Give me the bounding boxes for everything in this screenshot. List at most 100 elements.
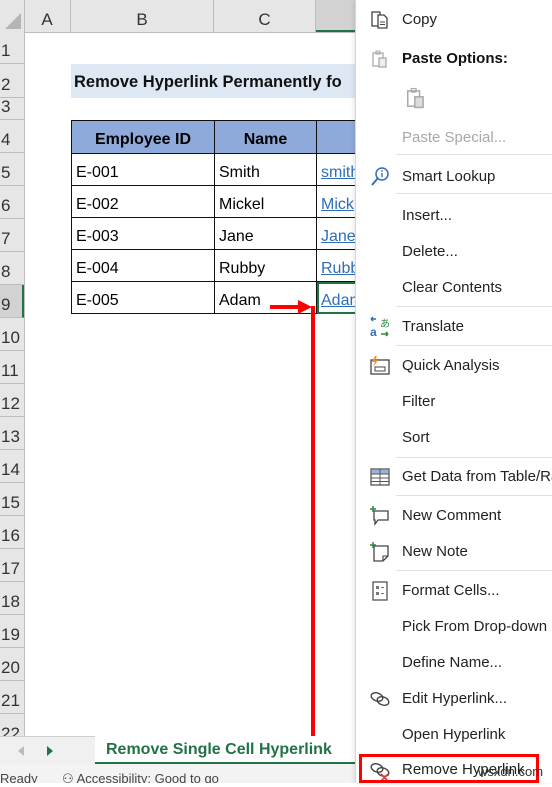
menu-item-insert[interactable]: Insert... [356,199,552,233]
annotation-arrowhead-icon [298,300,312,314]
cell-employee-id[interactable]: E-001 [71,153,215,186]
menu-item-filter[interactable]: Filter [356,385,552,419]
cell-name[interactable]: Mickel [214,185,317,218]
row-header-1[interactable]: 1 [0,32,24,64]
menu-item-delete[interactable]: Delete... [356,235,552,269]
cell-employee-id[interactable]: E-003 [71,217,215,250]
menu-item-label: Sort [402,429,430,446]
menu-item-define-name[interactable]: Define Name... [356,646,552,680]
watermark: wsxdn.com [478,764,544,779]
table-row: E-005 Adam Adam [71,281,362,314]
paste-option-icon [406,87,424,109]
sheet-tab-bar: Remove Single Cell Hyperlink [0,736,360,765]
row-header-16[interactable]: 16 [0,516,24,549]
menu-item-paste-options: Paste Options: [356,42,552,76]
row-header-3[interactable]: 3 [0,97,24,120]
row-header-9[interactable]: 9 [0,285,24,318]
scroll-tabs-right-icon[interactable] [47,746,53,756]
table-row: E-003 Jane Jane [71,217,362,250]
column-header-a[interactable]: A [24,0,71,32]
column-header-c[interactable]: C [214,0,316,32]
row-header-18[interactable]: 18 [0,582,24,615]
row-header-13[interactable]: 13 [0,417,24,450]
row-header-11[interactable]: 11 [0,351,24,384]
row-header-2[interactable]: 2 [0,64,24,98]
cell-employee-id[interactable]: E-005 [71,281,215,314]
new-note-icon [370,542,389,562]
accessibility-label: Accessibility: Good to go [76,771,219,783]
menu-item-new-comment[interactable]: New Comment [356,499,552,533]
menu-item-label: Pick From Drop-down List... [402,618,552,635]
menu-item-label: Copy [402,11,438,28]
menu-item-open-hyperlink[interactable]: Open Hyperlink [356,718,552,752]
cell-name[interactable]: Rubby [214,249,317,282]
row-header-12[interactable]: 12 [0,384,24,417]
column-header-b[interactable]: B [71,0,214,32]
menu-separator [396,345,552,346]
menu-item-get-data[interactable]: Get Data from Table/Range... [356,460,552,494]
table-header-row: Employee ID Name [71,120,362,154]
table-row: E-004 Rubby Rubb [71,249,362,282]
table-row: E-001 Smith smith [71,153,362,186]
menu-item-new-note[interactable]: New Note [356,535,552,569]
paste-icon [372,50,387,68]
row-header-10[interactable]: 10 [0,318,24,351]
row-header-21[interactable]: 21 [0,681,24,714]
menu-item-label: Paste Options: [402,50,508,67]
row-header-19[interactable]: 19 [0,615,24,648]
select-all-button[interactable] [0,0,25,32]
row-header-14[interactable]: 14 [0,450,24,483]
translate-icon: aあ [370,316,390,338]
menu-item-label: Translate [402,318,464,335]
annotation-connector-vertical [311,306,315,769]
row-header-15[interactable]: 15 [0,483,24,516]
cell-hyperlink[interactable]: Mick [321,196,354,213]
cell-employee-id[interactable]: E-004 [71,249,215,282]
select-all-triangle-icon [5,13,21,29]
menu-separator [396,154,552,155]
menu-item-translate[interactable]: aあ Translate [356,310,552,344]
paste-option-button[interactable] [356,82,552,116]
menu-item-copy[interactable]: Copy [356,3,552,37]
menu-item-pick-from-drop-down[interactable]: Pick From Drop-down List... [356,610,552,644]
menu-item-label: Smart Lookup [402,168,496,185]
menu-separator [396,193,552,194]
menu-item-sort[interactable]: Sort [356,421,552,455]
menu-item-label: Paste Special... [402,129,507,146]
cell-hyperlink[interactable]: smith [321,164,359,181]
menu-item-label: Clear Contents [402,279,503,296]
menu-item-format-cells[interactable]: Format Cells... [356,574,552,608]
cell-hyperlink[interactable]: Jane [321,228,356,245]
column-header-d[interactable] [316,0,360,32]
header-employee-id[interactable]: Employee ID [71,120,215,154]
row-header-8[interactable]: 8 [0,252,24,285]
header-name[interactable]: Name [214,120,317,154]
scroll-tabs-left-icon[interactable] [18,746,24,756]
sheet-title-cell[interactable]: Remove Hyperlink Permanently fo [71,64,360,98]
row-header-7[interactable]: 7 [0,219,24,252]
cell-employee-id[interactable]: E-002 [71,185,215,218]
menu-item-label: Filter [402,393,436,410]
menu-item-label: Insert... [402,207,453,224]
menu-item-edit-hyperlink[interactable]: Edit Hyperlink... [356,682,552,716]
row-header-5[interactable]: 5 [0,153,24,186]
menu-item-smart-lookup[interactable]: Smart Lookup [356,160,552,194]
sheet-tab-active[interactable]: Remove Single Cell Hyperlink [95,736,360,764]
row-header-20[interactable]: 20 [0,648,24,681]
cell-name[interactable]: Jane [214,217,317,250]
menu-item-label: Delete... [402,243,458,260]
menu-separator [396,306,552,307]
cell-name[interactable]: Smith [214,153,317,186]
accessibility-icon: ⚇ [62,771,77,783]
svg-text:a: a [370,325,377,338]
menu-item-paste-special[interactable]: Paste Special... [356,121,552,155]
link-icon [370,692,390,706]
row-header-17[interactable]: 17 [0,549,24,582]
accessibility-status[interactable]: ⚇ Accessibility: Good to go [62,764,219,783]
svg-text:あ: あ [380,318,390,330]
row-header-4[interactable]: 4 [0,120,24,153]
menu-item-quick-analysis[interactable]: Quick Analysis [356,349,552,383]
cell-hyperlink[interactable]: Rubb [321,260,359,277]
menu-item-clear-contents[interactable]: Clear Contents [356,271,552,305]
row-header-6[interactable]: 6 [0,186,24,219]
